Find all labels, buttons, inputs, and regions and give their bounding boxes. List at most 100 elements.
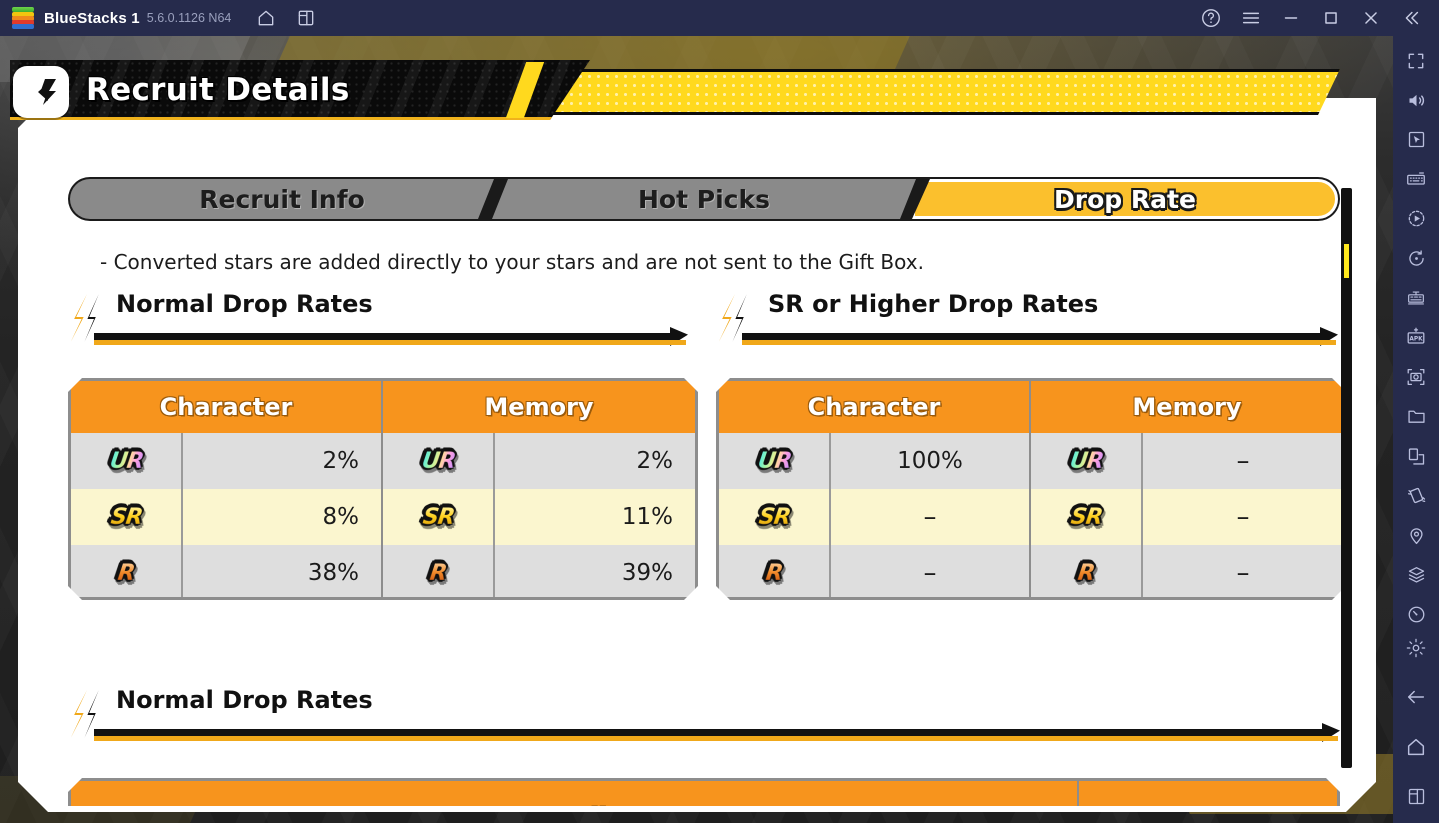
cursor-pointer-icon[interactable] [1396, 123, 1436, 157]
rate-cell: 39% [621, 560, 673, 586]
app-version: 5.6.0.1126 N64 [146, 11, 232, 25]
table-row: SR 11% [383, 489, 695, 545]
window-titlebar: BlueStacks 1 5.6.0.1126 N64 [0, 0, 1439, 36]
rarity-cell: SR [71, 489, 183, 545]
table-row: SR – [1031, 489, 1343, 545]
rarity-badge-sr: SR [756, 504, 792, 530]
rarity-badge-r: R [764, 560, 784, 586]
screen-root: BlueStacks 1 5.6.0.1126 N64 Recruit Deta… [0, 0, 1439, 823]
back-arrow-icon[interactable] [13, 66, 69, 118]
multi-instance-icon[interactable] [293, 5, 319, 31]
bluestacks-logo [12, 7, 34, 29]
back-nav-icon[interactable] [1396, 681, 1436, 715]
settings-gear-icon[interactable] [1396, 631, 1436, 665]
volume-icon[interactable] [1396, 84, 1436, 118]
normal-drop-rate-table: Character Memory UR 2% SR 8% R 38% UR 2%… [68, 378, 698, 600]
table-row: UR 100% [719, 433, 1029, 489]
table-row: UR 2% [71, 433, 381, 489]
table-row: R – [719, 545, 1029, 600]
multi-instance-sync-icon[interactable] [1396, 281, 1436, 315]
app-title: BlueStacks 1 [44, 9, 140, 27]
layers-icon[interactable] [1396, 558, 1436, 592]
table-body: UR 100% SR – R – UR – SR – R – [719, 433, 1343, 600]
tab-label: Hot Picks [638, 184, 770, 214]
rate-cell: – [1236, 446, 1250, 476]
vertical-scrollbar-thumb[interactable] [1342, 242, 1351, 280]
media-folder-icon[interactable] [1396, 400, 1436, 434]
column-header-character: Character [719, 381, 1031, 433]
rarity-badge-r: R [428, 560, 448, 586]
column-header-details: Details [71, 781, 1079, 806]
memory-column: UR – SR – R – [1031, 433, 1343, 600]
rate-cell: – [1236, 502, 1250, 532]
screenshot-icon[interactable] [1396, 360, 1436, 394]
tab-drop-rate[interactable]: Drop Rate [912, 179, 1338, 219]
section-heading-normal-drop-rates: Normal Drop Rates [68, 290, 698, 346]
column-header-memory: Memory [383, 381, 695, 433]
content-panel-inner: Recruit Info Hot Picks Drop Rate - Conve… [24, 104, 1370, 806]
character-column: UR 100% SR – R – [719, 433, 1031, 600]
banner-yellow-strip [540, 69, 1340, 115]
column-header-drop-rate: Drop Rate [1079, 781, 1337, 806]
tab-recruit-info[interactable]: Recruit Info [70, 179, 494, 219]
table-row: UR – [1031, 433, 1343, 489]
section-rule-gold [94, 340, 686, 345]
tab-label: Drop Rate [1054, 184, 1196, 214]
bluestacks-sidebar: APK [1393, 36, 1439, 823]
converted-stars-note: - Converted stars are added directly to … [100, 250, 924, 274]
rarity-badge-ur: UR [107, 448, 145, 474]
minimize-icon[interactable] [1271, 0, 1311, 36]
window-controls [1191, 0, 1439, 36]
table-row: R 39% [383, 545, 695, 600]
rate-cell: 8% [322, 504, 359, 530]
tab-hot-picks[interactable]: Hot Picks [492, 179, 916, 219]
section-rule [94, 333, 674, 340]
rotate-icon[interactable] [1396, 242, 1436, 276]
section-rule [94, 729, 1326, 736]
table-row: R – [1031, 545, 1343, 600]
table-header-row: Details Drop Rate [71, 781, 1337, 806]
keyboard-icon[interactable] [1396, 163, 1436, 197]
collapse-sidebar-icon[interactable] [1391, 0, 1431, 36]
rarity-cell: R [383, 545, 495, 600]
rate-cell: 38% [307, 560, 359, 586]
column-header-memory: Memory [1031, 381, 1343, 433]
help-icon[interactable] [1191, 0, 1231, 36]
rarity-badge-sr: SR [420, 504, 456, 530]
section-rule-gold [94, 736, 1338, 741]
macro-recorder-icon[interactable] [1396, 202, 1436, 236]
character-column: UR 2% SR 8% R 38% [71, 433, 383, 600]
rarity-cell: SR [719, 489, 831, 545]
rarity-cell: UR [383, 433, 495, 489]
table-row: SR 8% [71, 489, 381, 545]
game-viewport[interactable]: Recruit Details Recruit Info Hot Picks D… [0, 36, 1393, 823]
home-nav-icon[interactable] [1396, 730, 1436, 764]
rarity-cell: R [71, 545, 183, 600]
rarity-cell: R [1031, 545, 1143, 600]
rarity-cell: UR [719, 433, 831, 489]
install-apk-icon[interactable]: APK [1396, 321, 1436, 355]
tab-label: Recruit Info [199, 184, 365, 214]
performance-meter-icon[interactable] [1396, 597, 1436, 631]
rarity-badge-ur: UR [1067, 448, 1105, 474]
section-title: Normal Drop Rates [116, 290, 373, 318]
rarity-cell: R [719, 545, 831, 600]
section-heading-normal-drop-rates-2: Normal Drop Rates [68, 686, 1346, 742]
rate-cell: 100% [897, 448, 963, 474]
vertical-scrollbar-track[interactable] [1341, 188, 1352, 768]
fullscreen-icon[interactable] [1396, 44, 1436, 78]
close-icon[interactable] [1351, 0, 1391, 36]
hamburger-menu-icon[interactable] [1231, 0, 1271, 36]
rate-cell: – [923, 502, 937, 532]
svg-text:APK: APK [1409, 337, 1423, 343]
rarity-cell: UR [71, 433, 183, 489]
recent-apps-icon[interactable] [1396, 780, 1436, 814]
home-icon[interactable] [253, 5, 279, 31]
table-header-row: Character Memory [719, 381, 1343, 433]
copy-paste-icon[interactable] [1396, 439, 1436, 473]
location-icon[interactable] [1396, 518, 1436, 552]
maximize-icon[interactable] [1311, 0, 1351, 36]
shake-icon[interactable] [1396, 479, 1436, 513]
table-header-row: Character Memory [71, 381, 695, 433]
rate-cell: 2% [636, 448, 673, 474]
